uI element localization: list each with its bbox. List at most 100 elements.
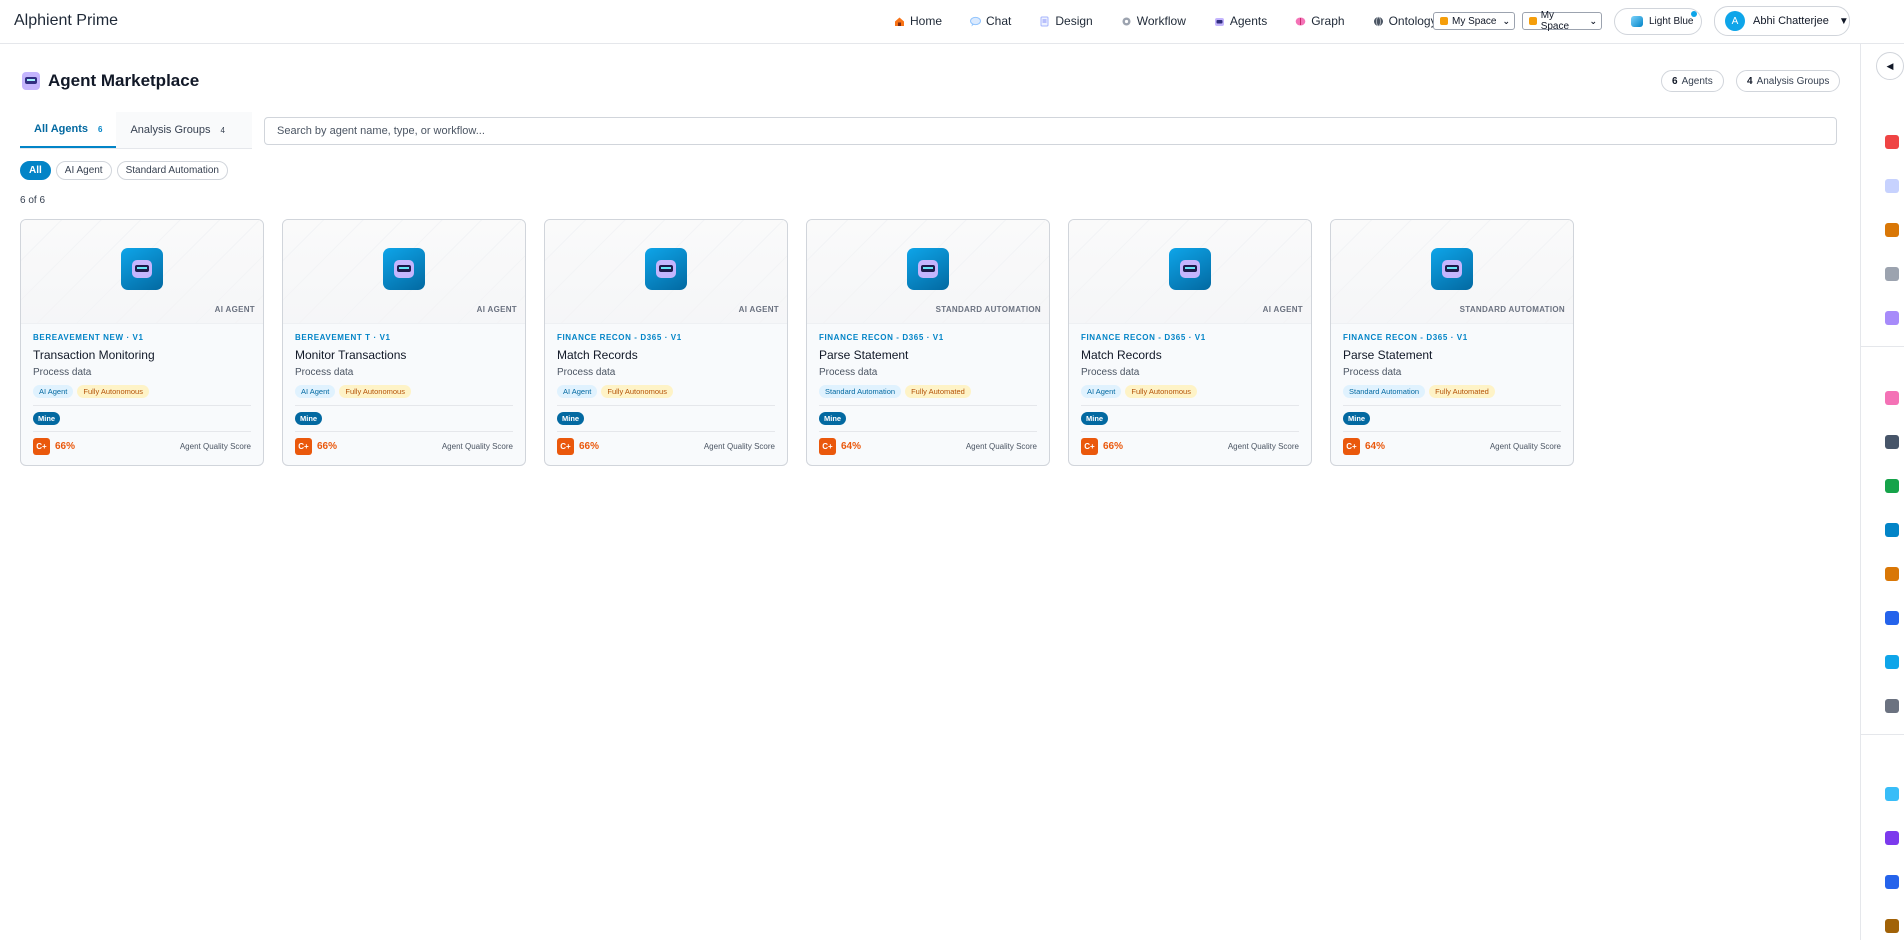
scales-icon[interactable] — [1885, 919, 1899, 933]
autonomy-tag: Fully Autonomous — [601, 385, 673, 398]
nav-agents[interactable]: Agents — [1200, 0, 1281, 42]
robot-icon — [394, 260, 414, 278]
nav-home[interactable]: Home — [880, 0, 956, 42]
robot-icon — [918, 260, 938, 278]
agent-avatar — [121, 248, 163, 290]
owner-badge: Mine — [1343, 412, 1371, 425]
book-icon[interactable] — [1885, 523, 1899, 537]
agent-workflow: FINANCE RECON - D365 · V1 — [1343, 333, 1468, 342]
agent-description: Process data — [295, 367, 354, 378]
agent-avatar — [645, 248, 687, 290]
agent-card[interactable]: AI AGENT BEREAVEMENT NEW · V1 Transactio… — [20, 219, 264, 466]
quality-grade: C+ — [295, 437, 312, 455]
brain-icon — [1295, 16, 1306, 27]
agent-avatar — [907, 248, 949, 290]
user-menu[interactable]: A Abhi Chatterjee ▼ — [1714, 6, 1850, 36]
chat-bubble-icon — [970, 16, 982, 27]
filter-all[interactable]: All — [20, 161, 51, 180]
clipboard-icon[interactable] — [1885, 567, 1899, 581]
floppy-icon[interactable] — [1885, 831, 1899, 845]
autonomy-tag: Fully Automated — [905, 385, 971, 398]
tab-analysis-groups[interactable]: Analysis Groups 4 — [116, 112, 239, 148]
nav-chat[interactable]: Chat — [956, 0, 1025, 42]
quality-grade: C+ — [1343, 437, 1360, 455]
agent-name: Parse Statement — [1343, 348, 1433, 362]
agent-workflow: FINANCE RECON - D365 · V1 — [819, 333, 944, 342]
autonomy-tag: Fully Autonomous — [339, 385, 411, 398]
quality-score: 66% — [579, 440, 600, 452]
quality-grade: C+ — [819, 437, 836, 455]
chevron-down-icon: ⌄ — [1589, 15, 1597, 26]
nav-design[interactable]: Design — [1025, 0, 1106, 42]
gear-icon[interactable] — [1885, 267, 1899, 281]
agent-workflow: FINANCE RECON - D365 · V1 — [557, 333, 682, 342]
agent-card[interactable]: AI AGENT FINANCE RECON - D365 · V1 Match… — [544, 219, 788, 466]
workspace-select-secondary[interactable]: My Space ⌄ — [1522, 10, 1602, 32]
type-filters: All AI Agent Standard Automation — [20, 161, 228, 180]
bar-chart-icon[interactable] — [1885, 875, 1899, 889]
autonomy-tag: Fully Autonomous — [77, 385, 149, 398]
agent-grid: AI AGENT BEREAVEMENT NEW · V1 Transactio… — [20, 219, 1574, 466]
gear-icon — [1121, 16, 1132, 27]
autonomy-tag: Fully Autonomous — [1125, 385, 1197, 398]
chevron-down-icon: ⌄ — [1502, 15, 1510, 26]
robot-icon[interactable] — [1885, 311, 1899, 325]
filter-ai-agent[interactable]: AI Agent — [55, 161, 112, 180]
collapse-sidebar-button[interactable]: ◀ — [1876, 52, 1904, 80]
agents-count-badge: 6 Agents — [1661, 70, 1724, 92]
owner-badge: Mine — [557, 412, 585, 425]
quality-score: 66% — [55, 440, 76, 452]
tools-icon[interactable] — [1885, 699, 1899, 713]
target-icon[interactable] — [1885, 135, 1899, 149]
agent-description: Process data — [1343, 367, 1402, 378]
theme-switcher[interactable]: Light Blue — [1614, 8, 1702, 35]
tab-all-agents[interactable]: All Agents 6 — [20, 112, 117, 148]
agent-card[interactable]: AI AGENT BEREAVEMENT T · V1 Monitor Tran… — [282, 219, 526, 466]
card-hero: AI AGENT — [545, 220, 787, 324]
agent-workflow: BEREAVEMENT NEW · V1 — [33, 333, 144, 342]
caret-down-icon: ▼ — [1838, 15, 1849, 27]
workspace-select[interactable]: My Space ⌄ — [1433, 12, 1515, 30]
search-input[interactable] — [264, 117, 1837, 145]
globe-icon[interactable] — [1885, 435, 1899, 449]
agent-card[interactable]: STANDARD AUTOMATION FINANCE RECON - D365… — [1330, 219, 1574, 466]
shield-icon[interactable] — [1885, 611, 1899, 625]
robot-icon — [1180, 260, 1200, 278]
page-header: Agent Marketplace — [22, 71, 199, 91]
agent-avatar — [1169, 248, 1211, 290]
world-icon[interactable] — [1885, 787, 1899, 801]
nav-graph[interactable]: Graph — [1281, 0, 1358, 42]
quality-score-label: Agent Quality Score — [179, 441, 251, 451]
filter-standard-automation[interactable]: Standard Automation — [116, 161, 228, 180]
type-tag: AI Agent — [295, 385, 336, 398]
user-name: Abhi Chatterjee — [1753, 15, 1829, 27]
agent-description: Process data — [819, 367, 878, 378]
clipboard-icon[interactable] — [1885, 223, 1899, 237]
books-icon[interactable] — [1885, 479, 1899, 493]
robot-icon — [22, 72, 40, 90]
page-title: Agent Marketplace — [48, 71, 200, 90]
app-title: Alphient Prime — [14, 12, 119, 29]
robot-icon — [1214, 16, 1225, 27]
right-sidebar: ◀ — [1860, 44, 1904, 940]
document-icon — [1039, 16, 1050, 27]
agent-description: Process data — [33, 367, 92, 378]
nav-workflow[interactable]: Workflow — [1107, 0, 1200, 42]
agent-avatar — [383, 248, 425, 290]
brain-icon[interactable] — [1885, 391, 1899, 405]
card-hero: AI AGENT — [1069, 220, 1311, 324]
globe-icon — [1373, 16, 1384, 27]
agent-avatar — [1431, 248, 1473, 290]
briefcase-icon[interactable] — [1885, 655, 1899, 669]
agent-type-label: AI AGENT — [1262, 305, 1303, 314]
quality-score: 66% — [317, 440, 338, 452]
agent-type-label: AI AGENT — [476, 305, 517, 314]
quality-score-label: Agent Quality Score — [965, 441, 1037, 451]
house-icon — [894, 16, 905, 27]
type-tag: AI Agent — [1081, 385, 1122, 398]
agent-card[interactable]: AI AGENT FINANCE RECON - D365 · V1 Match… — [1068, 219, 1312, 466]
document-icon[interactable] — [1885, 179, 1899, 193]
agent-card[interactable]: STANDARD AUTOMATION FINANCE RECON - D365… — [806, 219, 1050, 466]
agent-name: Match Records — [557, 348, 638, 362]
robot-icon — [1442, 260, 1462, 278]
